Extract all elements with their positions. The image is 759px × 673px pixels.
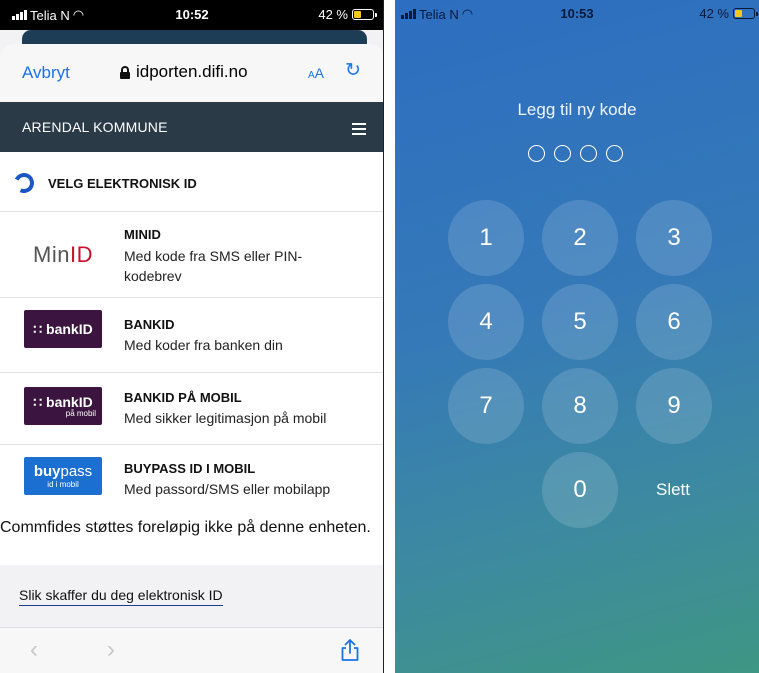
share-icon[interactable] bbox=[340, 638, 360, 662]
option-title: BANKID bbox=[124, 317, 175, 332]
text-size-button[interactable]: AA bbox=[308, 65, 324, 81]
battery-icon bbox=[352, 9, 377, 20]
hamburger-icon[interactable] bbox=[352, 123, 366, 138]
key-7[interactable]: 7 bbox=[448, 368, 524, 444]
option-description: Med kode fra SMS eller PIN-kodebrev bbox=[124, 248, 303, 284]
battery: 42 % bbox=[318, 7, 377, 22]
footer-links: Slik skaffer du deg elektronisk ID bbox=[0, 565, 383, 627]
pin-dot bbox=[606, 145, 623, 162]
option-description: Med passord/SMS eller mobilapp bbox=[124, 481, 331, 497]
back-icon[interactable]: ‹ bbox=[30, 636, 38, 664]
battery-percent: 42 % bbox=[318, 7, 348, 22]
battery-percent: 42 % bbox=[699, 6, 729, 21]
option-buypass[interactable]: buypass id i mobil BUYPASS ID I MOBIL Me… bbox=[0, 445, 383, 516]
key-5[interactable]: 5 bbox=[542, 284, 618, 360]
option-description: Med sikker legitimasjon på mobil bbox=[124, 410, 327, 426]
pin-dot bbox=[580, 145, 597, 162]
idporten-logo-icon bbox=[11, 170, 37, 196]
lock-icon bbox=[120, 65, 130, 79]
battery-icon bbox=[733, 8, 758, 19]
option-title: BUYPASS ID I MOBIL bbox=[124, 461, 256, 476]
option-title: MINID bbox=[124, 227, 161, 242]
bankid-logo: ∷ bankID bbox=[24, 310, 102, 348]
pin-dot bbox=[554, 145, 571, 162]
key-8[interactable]: 8 bbox=[542, 368, 618, 444]
option-bankid-mobil[interactable]: ∷ bankID på mobil BANKID PÅ MOBIL Med si… bbox=[0, 373, 383, 445]
minid-logo: MinID bbox=[24, 236, 102, 274]
picker-title: VELG ELEKTRONISK ID bbox=[48, 176, 197, 191]
buypass-logo-text: buypass bbox=[33, 462, 93, 480]
key-3[interactable]: 3 bbox=[636, 200, 712, 276]
reload-icon[interactable]: ↻ bbox=[345, 59, 361, 82]
buypass-logo-sub: id i mobil bbox=[47, 479, 79, 489]
pin-indicator bbox=[528, 145, 623, 162]
bankid-logo-sub: på mobil bbox=[65, 408, 96, 418]
browser-url-bar: Avbryt idporten.difi.no AA ↻ bbox=[0, 44, 383, 102]
buypass-logo: buypass id i mobil bbox=[24, 457, 102, 495]
option-minid[interactable]: MinID MINID Med kode fra SMS eller PIN-k… bbox=[0, 212, 383, 298]
key-0[interactable]: 0 bbox=[542, 452, 618, 528]
pin-title: Legg til ny kode bbox=[517, 100, 637, 119]
key-1[interactable]: 1 bbox=[448, 200, 524, 276]
bankid-logo-text: bankID bbox=[46, 321, 93, 337]
battery: 42 % bbox=[699, 6, 758, 21]
address-field[interactable]: idporten.difi.no bbox=[120, 62, 248, 82]
url-text: idporten.difi.no bbox=[136, 62, 248, 81]
bankid-mobil-logo: ∷ bankID på mobil bbox=[24, 387, 102, 425]
left-phone-screen: Telia N ◠ 10:52 42 % Avbryt idporten.dif… bbox=[0, 0, 384, 673]
cancel-button[interactable]: Avbryt bbox=[22, 63, 70, 83]
option-description: Med koder fra banken din bbox=[124, 337, 283, 353]
forward-icon[interactable]: › bbox=[107, 636, 115, 664]
howto-link[interactable]: Slik skaffer du deg elektronisk ID bbox=[19, 587, 223, 606]
key-9[interactable]: 9 bbox=[636, 368, 712, 444]
delete-button[interactable]: Slett bbox=[635, 480, 711, 500]
bankid-logo-text: bankID bbox=[46, 393, 93, 410]
commfides-note: Commfides støttes foreløpig ikke på denn… bbox=[0, 516, 383, 540]
browser-toolbar: ‹ › bbox=[0, 627, 383, 673]
status-bar: Telia N ◠ 10:53 42 % bbox=[395, 0, 759, 26]
pin-dot bbox=[528, 145, 545, 162]
site-title: ARENDAL KOMMUNE bbox=[22, 119, 168, 135]
id-picker: VELG ELEKTRONISK ID MinID MINID Med kode… bbox=[0, 152, 383, 565]
option-bankid[interactable]: ∷ bankID BANKID Med koder fra banken din bbox=[0, 298, 383, 373]
status-bar: Telia N ◠ 10:52 42 % bbox=[0, 0, 383, 30]
key-2[interactable]: 2 bbox=[542, 200, 618, 276]
key-6[interactable]: 6 bbox=[636, 284, 712, 360]
right-phone-screen: Telia N ◠ 10:53 42 % Legg til ny kode 1 … bbox=[395, 0, 759, 673]
site-header: ARENDAL KOMMUNE bbox=[0, 102, 383, 152]
key-4[interactable]: 4 bbox=[448, 284, 524, 360]
picker-header: VELG ELEKTRONISK ID bbox=[0, 152, 383, 212]
option-title: BANKID PÅ MOBIL bbox=[124, 390, 242, 405]
